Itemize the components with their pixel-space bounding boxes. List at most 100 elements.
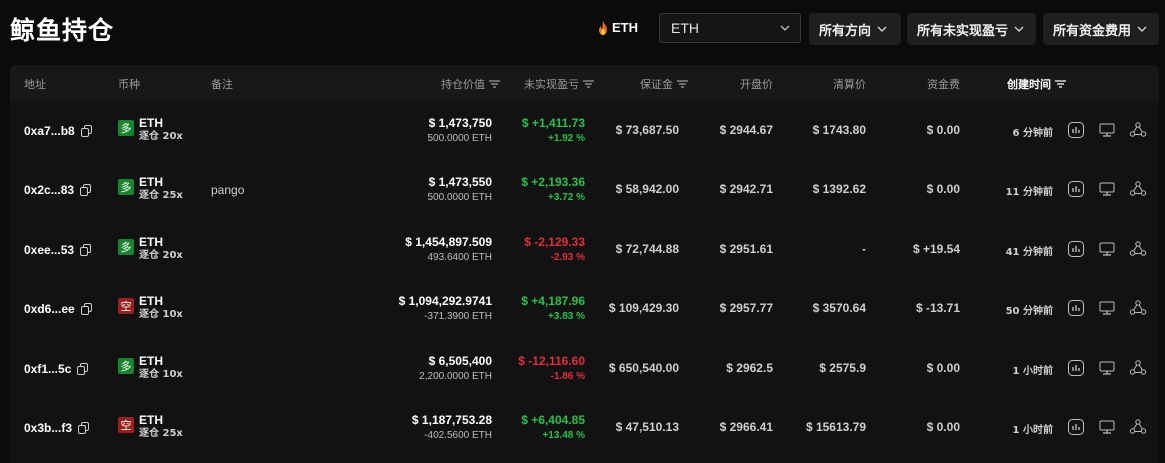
chart-icon[interactable] (1067, 240, 1085, 258)
chevron-down-icon (780, 25, 790, 31)
coin-select[interactable]: ETH (659, 13, 801, 43)
table-row[interactable]: 0xee...53 多 ETH 逐仓 20x $ 1,454,897.509 4… (10, 220, 1159, 279)
position-size: -371.3900 ETH (424, 311, 492, 322)
margin-cell: $ 650,540.00 (608, 361, 679, 375)
address-text[interactable]: 0x2c...83 (24, 183, 74, 197)
coin-cell: ETH 逐仓 10x (139, 354, 183, 382)
position-value: $ 1,473,550 (428, 175, 492, 189)
address-cell[interactable]: 0xa7...b8 (24, 124, 92, 138)
pnl-cell: $ +6,404.85 +13.48 % (521, 413, 585, 443)
margin-cell: $ 58,942.00 (615, 182, 679, 196)
pnl-filter[interactable]: 所有未实现盈亏 (907, 13, 1036, 45)
col-funding: 资金费 (927, 78, 960, 91)
leverage-label: 逐仓 25x (139, 428, 183, 439)
open-price-cell: $ 2944.67 (719, 123, 773, 137)
side-badge: 多 (118, 358, 134, 374)
share-icon[interactable] (1129, 299, 1147, 317)
pnl-value: $ +2,193.36 (521, 175, 585, 189)
coin-cell: ETH 逐仓 25x (139, 413, 183, 441)
position-size: 500.0000 ETH (427, 192, 493, 203)
share-icon[interactable] (1129, 180, 1147, 198)
margin-cell: $ 73,687.50 (615, 123, 679, 137)
chevron-down-icon (1137, 26, 1147, 32)
position-value-cell: $ 1,454,897.509 493.6400 ETH (405, 235, 492, 265)
pnl-value: $ +1,411.73 (521, 116, 585, 130)
monitor-icon[interactable] (1098, 359, 1116, 377)
table-row[interactable]: 0xa7...b8 多 ETH 逐仓 20x $ 1,473,750 500.0… (10, 101, 1159, 160)
margin-cell: $ 109,429.30 (608, 301, 679, 315)
share-icon[interactable] (1129, 121, 1147, 139)
chart-icon[interactable] (1067, 299, 1085, 317)
created-cell: 50 分钟前 (1005, 306, 1053, 317)
created-cell: 41 分钟前 (1005, 247, 1053, 258)
funding-cell: $ +19.54 (912, 242, 960, 256)
pnl-cell: $ +2,193.36 +3.72 % (521, 175, 585, 205)
chart-icon[interactable] (1067, 180, 1085, 198)
coin-pill[interactable]: ETH (598, 20, 638, 35)
copy-icon[interactable] (80, 303, 92, 315)
table-row[interactable]: 0x2c...83 多 ETH 逐仓 25x pango $ 1,473,550… (10, 160, 1159, 219)
share-icon[interactable] (1129, 240, 1147, 258)
leverage-label: 逐仓 10x (139, 369, 183, 380)
copy-icon[interactable] (78, 422, 90, 434)
table-row[interactable]: 0x3b...f3 空 ETH 逐仓 25x $ 1,187,753.28 -4… (10, 398, 1159, 457)
coin-select-value: ETH (671, 20, 699, 36)
copy-icon[interactable] (77, 363, 89, 375)
funding-filter[interactable]: 所有资金费用 (1043, 13, 1159, 45)
direction-filter[interactable]: 所有方向 (809, 13, 901, 45)
table-row[interactable]: 0xd6...ee 空 ETH 逐仓 10x $ 1,094,292.9741 … (10, 279, 1159, 338)
col-unrealized-pnl[interactable]: 未实现盈亏 (524, 76, 594, 92)
created-cell: 11 分钟前 (1005, 187, 1053, 198)
pnl-percent: +1.92 % (548, 133, 585, 144)
liq-price-cell: $ 1392.62 (812, 182, 866, 196)
leverage-label: 逐仓 20x (139, 131, 183, 142)
position-value-cell: $ 1,187,753.28 -402.5600 ETH (412, 413, 492, 443)
leverage-label: 逐仓 10x (139, 309, 183, 320)
side-badge: 多 (118, 179, 134, 195)
address-text[interactable]: 0x3b...f3 (24, 421, 72, 435)
table-row[interactable]: 0xf1...5c 多 ETH 逐仓 10x $ 6,505,400 2,200… (10, 339, 1159, 398)
position-value-cell: $ 1,094,292.9741 -371.3900 ETH (399, 294, 492, 324)
liq-price-cell: $ 15613.79 (805, 420, 866, 434)
address-cell[interactable]: 0xf1...5c (24, 362, 89, 376)
address-text[interactable]: 0xee...53 (24, 243, 74, 257)
col-created[interactable]: 创建时间 (1007, 76, 1066, 92)
address-cell[interactable]: 0xee...53 (24, 243, 92, 257)
address-cell[interactable]: 0x2c...83 (24, 183, 92, 197)
margin-cell: $ 72,744.88 (615, 242, 679, 256)
chevron-down-icon (1014, 26, 1024, 32)
address-text[interactable]: 0xa7...b8 (24, 124, 75, 138)
sort-icon (677, 80, 688, 88)
address-cell[interactable]: 0xd6...ee (24, 302, 92, 316)
pnl-cell: $ -12,116.60 -1.86 % (518, 354, 585, 384)
monitor-icon[interactable] (1098, 121, 1116, 139)
monitor-icon[interactable] (1098, 299, 1116, 317)
chart-icon[interactable] (1067, 359, 1085, 377)
monitor-icon[interactable] (1098, 240, 1116, 258)
pnl-value: $ +4,187.96 (521, 294, 585, 308)
direction-filter-label: 所有方向 (819, 23, 872, 39)
position-size: 2,200.0000 ETH (419, 371, 492, 382)
funding-cell: $ -13.71 (915, 301, 960, 315)
top-bar: 鲸鱼持仓 ETH ETH 所有方向 所有未实现盈亏 所有资金费用 (0, 0, 1165, 58)
address-text[interactable]: 0xd6...ee (24, 302, 75, 316)
share-icon[interactable] (1129, 359, 1147, 377)
col-margin[interactable]: 保证金 (640, 76, 688, 92)
pnl-percent: +3.72 % (548, 192, 585, 203)
share-icon[interactable] (1129, 418, 1147, 436)
pnl-cell: $ +4,187.96 +3.83 % (521, 294, 585, 324)
chart-icon[interactable] (1067, 418, 1085, 436)
col-position-value[interactable]: 持仓价值 (441, 76, 500, 92)
monitor-icon[interactable] (1098, 418, 1116, 436)
chart-icon[interactable] (1067, 121, 1085, 139)
copy-icon[interactable] (80, 125, 92, 137)
open-price-cell: $ 2951.61 (719, 242, 773, 256)
funding-cell: $ 0.00 (926, 123, 960, 137)
liq-price-cell: $ 2575.9 (819, 361, 866, 375)
copy-icon[interactable] (80, 244, 92, 256)
address-cell[interactable]: 0x3b...f3 (24, 421, 90, 435)
address-text[interactable]: 0xf1...5c (24, 362, 71, 376)
monitor-icon[interactable] (1098, 180, 1116, 198)
col-coin: 币种 (118, 78, 140, 91)
copy-icon[interactable] (80, 184, 92, 196)
